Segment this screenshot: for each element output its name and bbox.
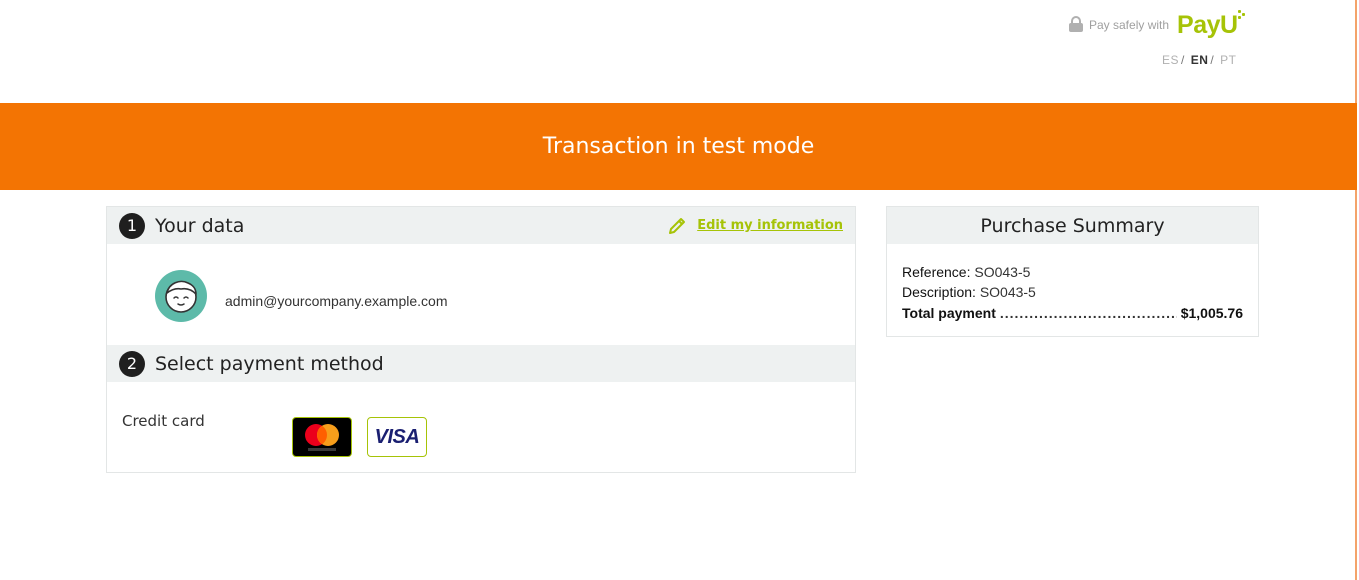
section-title: Select payment method (155, 352, 384, 375)
total-value: $1,005.76 (1180, 305, 1243, 321)
reference-value: SO043-5 (974, 264, 1031, 280)
payment-method-header: 2 Select payment method (107, 345, 855, 382)
pencil-icon (669, 217, 686, 234)
total-row: Total payment ..........................… (902, 305, 1243, 321)
language-switcher: ES / EN / PT (1162, 53, 1237, 67)
summary-header: Purchase Summary (887, 207, 1258, 244)
summary-body: Reference: SO043-5 Description: SO043-5 … (887, 244, 1258, 321)
description-label: Description: (902, 284, 976, 300)
mastercard-icon (305, 424, 339, 451)
mastercard-option[interactable] (292, 417, 352, 457)
test-mode-banner: Transaction in test mode (0, 103, 1357, 190)
your-data-header: 1 Your data Edit my information (107, 207, 855, 244)
description-value: SO043-5 (979, 284, 1036, 300)
lang-es[interactable]: ES (1162, 53, 1179, 67)
checkout-panel: 1 Your data Edit my information admin@yo… (106, 206, 856, 473)
section-title: Your data (155, 214, 245, 237)
step-number: 2 (119, 350, 145, 377)
user-face-icon (165, 280, 197, 313)
edit-information-link[interactable]: Edit my information (667, 207, 843, 244)
header: Pay safely with PayU ES / EN / PT (0, 0, 1359, 103)
purchase-summary-panel: Purchase Summary Reference: SO043-5 Desc… (886, 206, 1259, 337)
step-number: 1 (119, 212, 145, 239)
avatar (155, 270, 207, 322)
banner-text: Transaction in test mode (542, 134, 815, 159)
credit-card-label: Credit card (122, 412, 205, 430)
user-email: admin@yourcompany.example.com (225, 293, 448, 309)
lang-pt[interactable]: PT (1220, 53, 1236, 67)
description-row: Description: SO043-5 (902, 282, 1243, 302)
reference-label: Reference: (902, 264, 971, 280)
payu-logo: PayU (1177, 10, 1245, 40)
visa-option[interactable]: VISA (367, 417, 427, 457)
pay-safely-badge: Pay safely with PayU (1069, 10, 1245, 40)
reference-row: Reference: SO043-5 (902, 262, 1243, 282)
edit-information-label: Edit my information (697, 218, 843, 233)
lang-en[interactable]: EN (1191, 53, 1209, 67)
pay-safely-text: Pay safely with (1089, 18, 1170, 32)
dot-leader: ........................................… (999, 305, 1177, 321)
summary-title: Purchase Summary (980, 214, 1165, 237)
total-label: Total payment (902, 305, 996, 321)
visa-icon: VISA (374, 425, 420, 448)
lock-icon (1069, 16, 1083, 32)
